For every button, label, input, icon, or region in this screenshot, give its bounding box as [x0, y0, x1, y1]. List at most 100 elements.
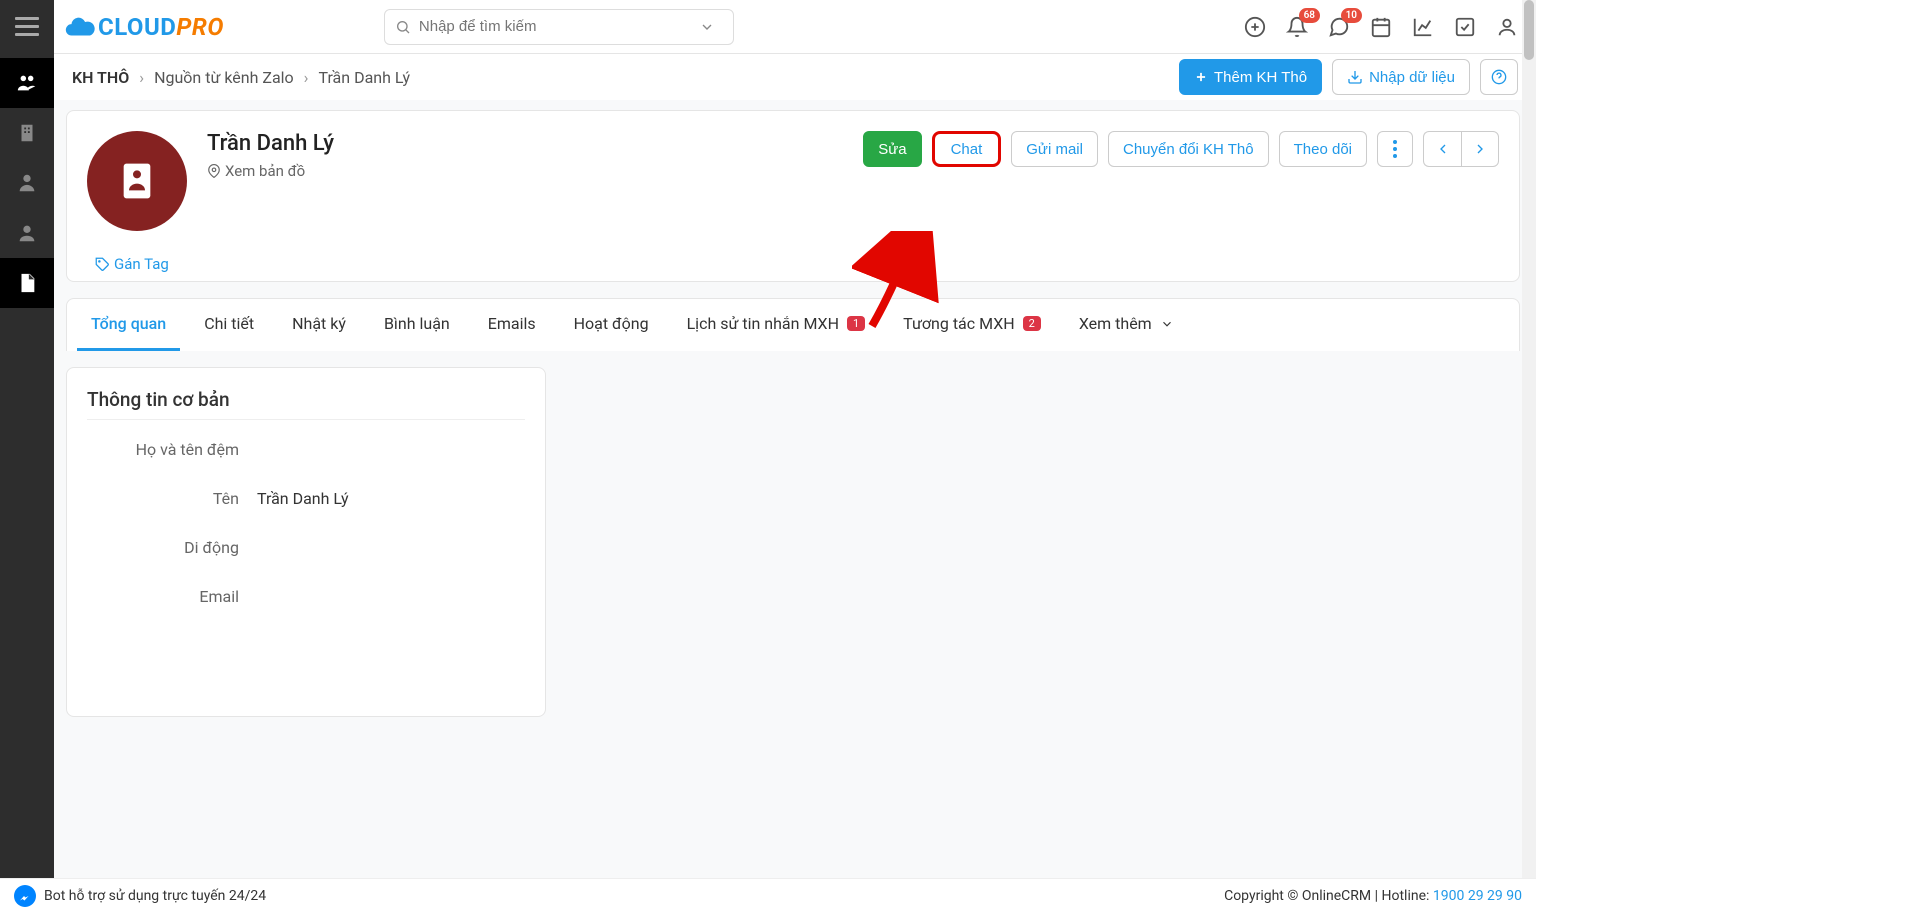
plus-icon — [1194, 70, 1208, 84]
search-input[interactable] — [384, 9, 734, 45]
plus-circle-icon — [1244, 16, 1266, 38]
pin-icon — [207, 164, 221, 178]
logo-text-pro: PRO — [176, 13, 223, 41]
chat-button[interactable]: Chat — [932, 131, 1002, 167]
tasks-button[interactable] — [1454, 16, 1476, 38]
document-icon — [16, 272, 38, 294]
logo-text-cloud: CLOUD — [98, 13, 176, 41]
breadcrumb-root[interactable]: KH THÔ — [72, 68, 129, 87]
topbar: CLOUDPRO 68 10 — [0, 0, 1536, 54]
scrollbar-track[interactable] — [1522, 0, 1536, 912]
field-row: Tên Trần Danh Lý — [87, 489, 525, 508]
chevron-down-icon[interactable] — [699, 19, 715, 35]
add-lead-button[interactable]: Thêm KH Thô — [1179, 59, 1322, 95]
messages-badge: 10 — [1341, 8, 1362, 23]
breadcrumb-row: KH THÔ › Nguồn từ kênh Zalo › Trần Danh … — [54, 54, 1536, 100]
breadcrumb: KH THÔ › Nguồn từ kênh Zalo › Trần Danh … — [72, 68, 410, 87]
footer: Bot hỗ trợ sử dụng trực tuyến 24/24 Copy… — [0, 878, 1536, 912]
field-row: Họ và tên đệm — [87, 440, 525, 459]
convert-button[interactable]: Chuyển đổi KH Thô — [1108, 131, 1269, 167]
field-label-mobile: Di động — [87, 538, 257, 557]
footer-hotline-phone[interactable]: 1900 29 29 90 — [1433, 888, 1522, 904]
tab-message-history[interactable]: Lịch sử tin nhắn MXH 1 — [673, 299, 880, 351]
person-solid-icon — [16, 222, 38, 244]
chevron-left-icon — [1435, 141, 1451, 157]
building-icon — [16, 122, 38, 144]
divider — [87, 419, 525, 420]
sidebar-item-leads[interactable] — [0, 58, 54, 108]
messages-button[interactable]: 10 — [1328, 16, 1350, 38]
field-label-lastname: Họ và tên đệm — [87, 440, 257, 459]
field-row: Di động — [87, 538, 525, 557]
help-button[interactable] — [1480, 59, 1518, 95]
people-icon — [16, 72, 38, 94]
tab-more[interactable]: Xem thêm — [1065, 299, 1188, 351]
cloud-icon — [62, 10, 98, 44]
next-record-button[interactable] — [1461, 131, 1499, 167]
footer-bot-text: Bot hỗ trợ sử dụng trực tuyến 24/24 — [44, 888, 266, 904]
tab-badge: 1 — [847, 316, 865, 331]
breadcrumb-sep: › — [139, 68, 144, 87]
sidebar-item-user[interactable] — [0, 208, 54, 258]
avatar — [87, 131, 187, 231]
logo[interactable]: CLOUDPRO — [62, 10, 224, 44]
scrollbar-thumb[interactable] — [1524, 0, 1534, 60]
tag-icon — [95, 257, 110, 272]
sidebar-item-contact[interactable] — [0, 158, 54, 208]
dots-vertical-icon — [1393, 140, 1397, 158]
breadcrumb-seg2: Trần Danh Lý — [318, 68, 410, 87]
sidebar — [0, 54, 54, 912]
assign-tag-link[interactable]: Gán Tag — [95, 255, 1499, 273]
calendar-icon — [1370, 16, 1392, 38]
analytics-button[interactable] — [1412, 16, 1434, 38]
profile-button[interactable] — [1496, 16, 1518, 38]
field-value-firstname[interactable]: Trần Danh Lý — [257, 489, 349, 508]
send-mail-button[interactable]: Gửi mail — [1011, 131, 1098, 167]
main-content: KH THÔ › Nguồn từ kênh Zalo › Trần Danh … — [54, 54, 1536, 912]
notification-badge: 68 — [1299, 8, 1320, 23]
record-name: Trần Danh Lý — [207, 131, 334, 156]
sidebar-item-building[interactable] — [0, 108, 54, 158]
hamburger-button[interactable] — [0, 0, 54, 54]
tab-comment[interactable]: Bình luận — [370, 299, 464, 351]
notifications-button[interactable]: 68 — [1286, 16, 1308, 38]
tab-detail[interactable]: Chi tiết — [190, 299, 268, 351]
field-label-email: Email — [87, 587, 257, 606]
messenger-button[interactable] — [14, 885, 36, 907]
footer-hotline-label: Hotline: — [1382, 888, 1430, 904]
help-icon — [1491, 69, 1507, 85]
breadcrumb-seg1[interactable]: Nguồn từ kênh Zalo — [154, 68, 294, 87]
edit-button[interactable]: Sửa — [863, 131, 921, 167]
hamburger-icon — [15, 17, 39, 36]
view-map-label: Xem bản đồ — [225, 162, 305, 180]
view-map-link[interactable]: Xem bản đồ — [207, 162, 334, 180]
tabs-container: Tổng quan Chi tiết Nhật ký Bình luận Ema… — [66, 298, 1520, 351]
calendar-button[interactable] — [1370, 16, 1392, 38]
chevron-down-icon — [1160, 317, 1174, 331]
search-icon — [395, 19, 411, 35]
sidebar-item-document[interactable] — [0, 258, 54, 308]
breadcrumb-sep: › — [304, 68, 309, 87]
basic-info-panel: Thông tin cơ bản Họ và tên đệm Tên Trần … — [66, 367, 546, 717]
tab-log[interactable]: Nhật ký — [278, 299, 360, 351]
record-card: Trần Danh Lý Xem bản đồ Sửa Chat Gửi mai… — [66, 110, 1520, 282]
field-row: Email — [87, 587, 525, 606]
contact-card-icon — [120, 161, 154, 201]
tab-emails[interactable]: Emails — [474, 299, 550, 351]
person-icon — [16, 172, 38, 194]
prev-record-button[interactable] — [1423, 131, 1461, 167]
tab-overview[interactable]: Tổng quan — [77, 299, 180, 351]
import-label: Nhập dữ liệu — [1369, 69, 1455, 86]
footer-copyright: Copyright © OnlineCRM — [1224, 888, 1371, 904]
import-button[interactable]: Nhập dữ liệu — [1332, 59, 1470, 95]
field-label-firstname: Tên — [87, 489, 257, 508]
tab-interact[interactable]: Tương tác MXH 2 — [889, 299, 1055, 351]
add-button[interactable] — [1244, 16, 1266, 38]
tab-activity[interactable]: Hoạt động — [560, 299, 663, 351]
more-actions-button[interactable] — [1377, 131, 1413, 167]
follow-button[interactable]: Theo dõi — [1279, 131, 1367, 167]
assign-tag-label: Gán Tag — [114, 255, 169, 273]
download-icon — [1347, 69, 1363, 85]
search-field[interactable] — [419, 18, 699, 35]
chart-icon — [1412, 16, 1434, 38]
